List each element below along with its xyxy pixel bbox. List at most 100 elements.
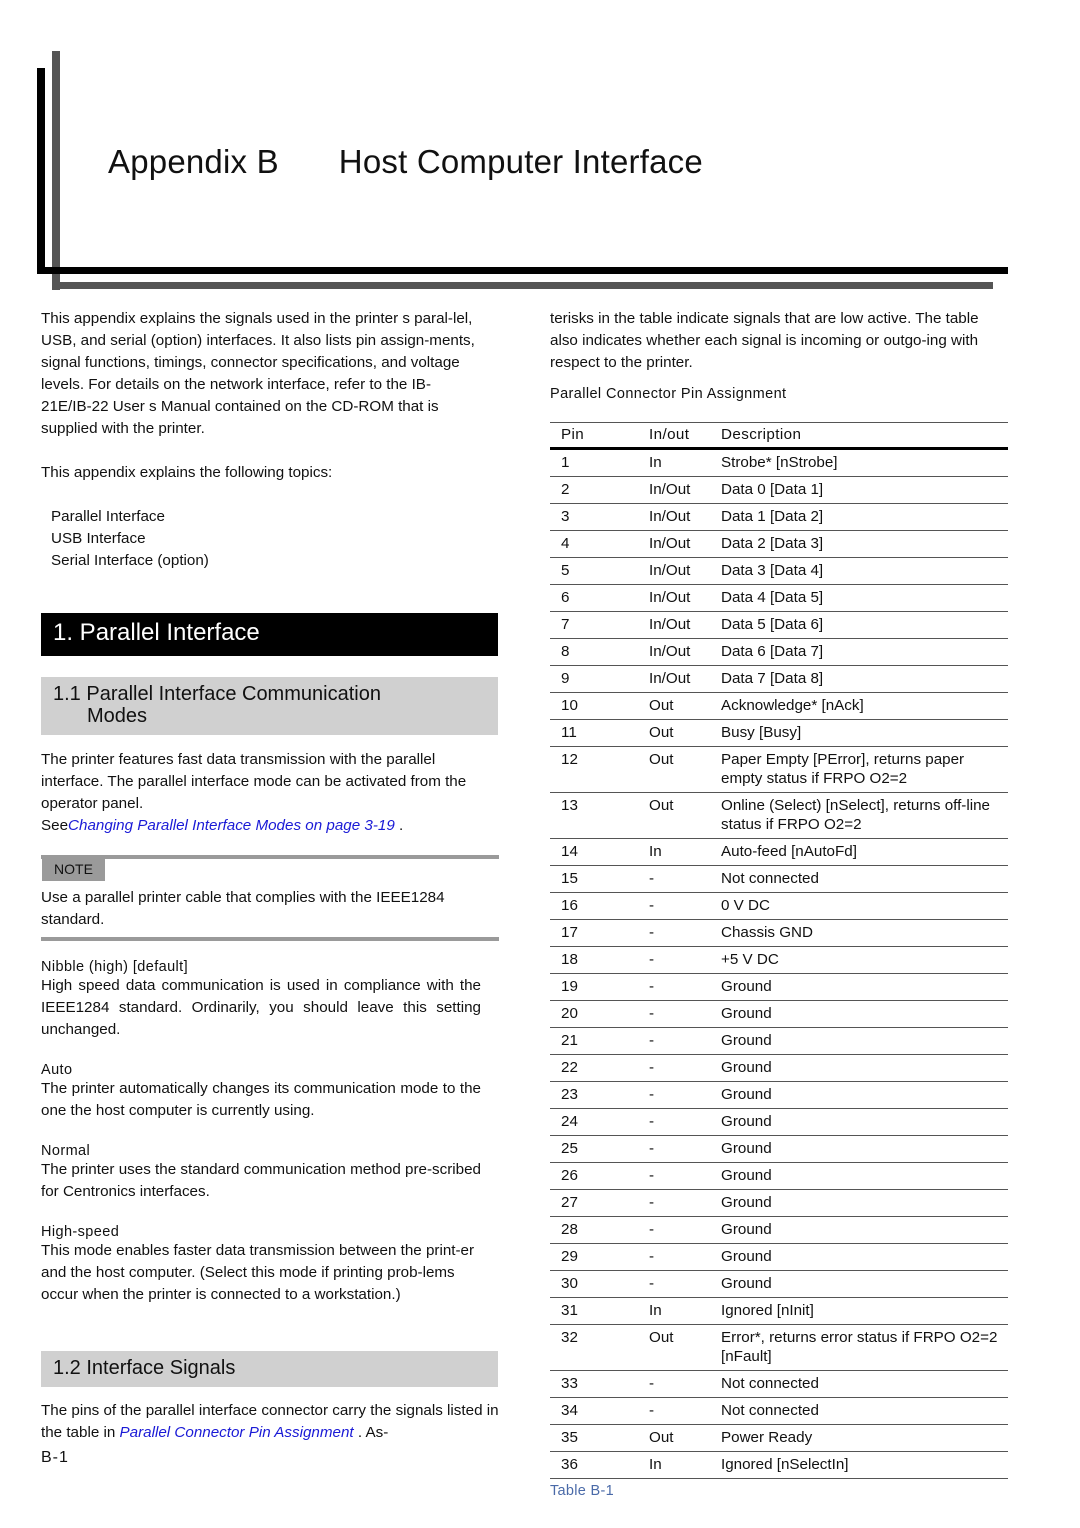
inout-cell: In/Out [649, 584, 721, 612]
page-title: Appendix B Host Computer Interface [108, 143, 703, 181]
inout-cell: In/Out [649, 638, 721, 666]
inout-cell: In/Out [649, 530, 721, 558]
table-row: 16-0 V DC [550, 892, 1008, 920]
pin-cell: 22 [550, 1054, 649, 1082]
table-row: 22- Ground [550, 1054, 1008, 1082]
table-row: 15- Not connected [550, 865, 1008, 893]
table-row: 3 In/Out Data 1 [Data 2] [550, 503, 1008, 531]
inout-cell: - [649, 1370, 721, 1398]
pin-cell: 33 [550, 1370, 649, 1398]
section-heading-communication-modes: 1.1 Parallel Interface Communication Mod… [41, 677, 498, 735]
right-column: terisks in the table indicate signals th… [550, 308, 1008, 1499]
pin-cell: 9 [550, 665, 649, 693]
table-row: 8 In/Out Data 6 [Data 7] [550, 638, 1008, 666]
mode-item: Normal The printer uses the standard com… [41, 1143, 481, 1203]
table-caption: Table B-1 [550, 1483, 614, 1499]
appendix-label: Appendix B [108, 143, 279, 180]
inout-cell: - [649, 1108, 721, 1136]
description-cell: 0 V DC [721, 892, 1008, 920]
inout-cell: In [649, 838, 721, 866]
description-cell: Data 5 [Data 6] [721, 611, 1008, 639]
description-cell: Ground [721, 1270, 1008, 1298]
pin-cell: 23 [550, 1081, 649, 1109]
signals-text: The pins of the parallel interface conne… [41, 1400, 499, 1444]
mode-term: Nibble (high) [default] [41, 959, 189, 975]
pin-cell: 18 [550, 946, 649, 974]
pin-cell: 5 [550, 557, 649, 585]
topic-item[interactable]: Serial Interface (option) [51, 550, 481, 572]
table-row: 2 In/Out Data 0 [Data 1] [550, 476, 1008, 504]
heading-line-2: Modes [87, 705, 148, 727]
pin-cell: 35 [550, 1424, 649, 1452]
table-row: 11 Out Busy [Busy] [550, 719, 1008, 747]
see-prefix: See [41, 817, 69, 834]
cross-reference-link[interactable]: Changing Parallel Interface Modes on pag… [68, 817, 395, 834]
intro-section: This appendix explains the signals used … [41, 308, 481, 572]
inout-cell: - [649, 1270, 721, 1298]
description-cell: Data 3 [Data 4] [721, 557, 1008, 585]
pin-cell: 4 [550, 530, 649, 558]
modes-list: Nibble (high) [default] High speed data … [41, 959, 481, 1306]
description-cell: Ground [721, 1081, 1008, 1109]
inout-cell: In [649, 448, 721, 477]
pin-cell: 30 [550, 1270, 649, 1298]
table-row: 28- Ground [550, 1216, 1008, 1244]
pin-cell: 8 [550, 638, 649, 666]
topic-item[interactable]: USB Interface [51, 528, 481, 550]
pin-cell: 19 [550, 973, 649, 1001]
description-cell: Ignored [nSelectIn] [721, 1451, 1008, 1479]
asterisk-paragraph: terisks in the table indicate signals th… [550, 310, 979, 371]
table-row: 33- Not connected [550, 1370, 1008, 1398]
pin-cell: 14 [550, 838, 649, 866]
pin-cell: 7 [550, 611, 649, 639]
mode-description: High speed data communication is used in… [41, 977, 481, 1038]
inout-cell: Out [649, 719, 721, 747]
pin-cell: 6 [550, 584, 649, 612]
mode-description: This mode enables faster data transmissi… [41, 1242, 475, 1303]
topic-item[interactable]: Parallel Interface [51, 506, 481, 528]
signals-intro: The pins of the parallel interface conne… [41, 1400, 499, 1444]
description-cell: Not connected [721, 865, 1008, 893]
table-row: 4 In/Out Data 2 [Data 3] [550, 530, 1008, 558]
pin-cell: 21 [550, 1027, 649, 1055]
inout-cell: In/Out [649, 503, 721, 531]
inout-cell: - [649, 1135, 721, 1163]
pin-cell: 3 [550, 503, 649, 531]
inout-cell: - [649, 892, 721, 920]
table-row: 24- Ground [550, 1108, 1008, 1136]
pin-cell: 27 [550, 1189, 649, 1217]
table-row: 5 In/Out Data 3 [Data 4] [550, 557, 1008, 585]
description-cell: Paper Empty [PError], returns paper empt… [721, 746, 1008, 793]
table-row: 26- Ground [550, 1162, 1008, 1190]
table-row: 14 In Auto-feed [nAutoFd] [550, 838, 1008, 866]
table-row: 34- Not connected [550, 1397, 1008, 1425]
inout-cell: In [649, 1297, 721, 1325]
signals-text-suffix: . As- [353, 1424, 389, 1441]
description-cell: Power Ready [721, 1424, 1008, 1452]
inout-cell: - [649, 1397, 721, 1425]
pin-assignment-link[interactable]: Parallel Connector Pin Assignment [120, 1424, 354, 1441]
table-row: 19- Ground [550, 973, 1008, 1001]
column-header-description: Description [721, 422, 1008, 450]
description-cell: Ground [721, 1162, 1008, 1190]
table-title: Parallel Connector Pin Assignment [550, 386, 787, 402]
table-row: 18- +5 V DC [550, 946, 1008, 974]
column-header-inout: In/out [649, 422, 721, 450]
see-suffix: . [394, 817, 404, 834]
pin-cell: 11 [550, 719, 649, 747]
header-frame-black-horizontal [37, 267, 1008, 274]
pin-cell: 34 [550, 1397, 649, 1425]
inout-cell: - [649, 1216, 721, 1244]
inout-cell: - [649, 919, 721, 947]
table-row: 12 Out Paper Empty [PError], returns paper… [550, 746, 1008, 793]
description-cell: Ground [721, 1000, 1008, 1028]
mode-item: Nibble (high) [default] High speed data … [41, 959, 481, 1041]
pin-cell: 26 [550, 1162, 649, 1190]
note-top-rule [41, 855, 499, 859]
header-frame-black-vertical [37, 68, 45, 274]
description-cell: Strobe* [nStrobe] [721, 448, 1008, 477]
description-cell: Ground [721, 1243, 1008, 1271]
pin-cell: 32 [550, 1324, 649, 1371]
inout-cell: Out [649, 746, 721, 793]
table-row: 21- Ground [550, 1027, 1008, 1055]
